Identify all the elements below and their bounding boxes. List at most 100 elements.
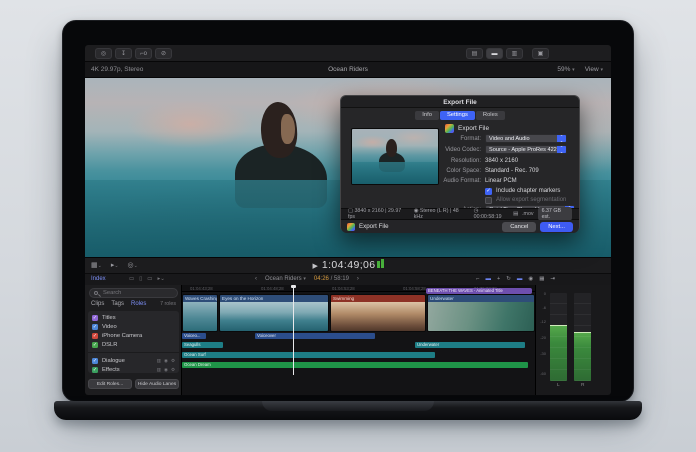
audio-meter-mini-icon[interactable] — [381, 259, 384, 268]
trim-icon[interactable]: ▭ — [129, 276, 134, 282]
play-icon[interactable]: ▶ — [312, 263, 317, 270]
summary-duration: ◷ 00:00:58:19 — [473, 208, 502, 220]
role-checkbox-icon[interactable]: ✓ — [92, 332, 98, 339]
tab-clips[interactable]: Clips — [91, 301, 104, 307]
transport-bar: ▦⌄ ▸⌄ ◎⌄ ▶ 1:04:49;06 — [85, 257, 611, 273]
clip-eyes-on-the-horizon[interactable]: Eyes on the Horizon — [219, 294, 329, 332]
audio-meter-mini-icon[interactable] — [377, 261, 380, 268]
ruler-timecode: 01:04:53;28 — [332, 286, 355, 291]
clip-underwater[interactable]: Underwater — [427, 294, 535, 332]
focus-icon[interactable]: ◉ — [164, 367, 168, 373]
search-box[interactable] — [89, 288, 178, 298]
role-name: Titles — [102, 314, 116, 321]
previous-project-icon[interactable]: ‹ — [255, 276, 257, 282]
meter-scale: 0 -6 -12 -20 -30 -60 — [540, 291, 546, 376]
connect-edit-icon[interactable]: ⌐ — [476, 276, 479, 282]
segmentation-checkbox-row[interactable]: Allow export segmentation — [485, 196, 566, 204]
role-row-iphone-camera[interactable]: ✓ iPhone Camera — [88, 331, 179, 340]
colorspace-value: Standard - Rec. 709 — [485, 167, 539, 174]
inspector-layout-icon[interactable]: ▥ — [506, 48, 523, 59]
ruler-timecode: 01:04:48;28 — [261, 286, 284, 291]
share-icon[interactable]: ▣ — [532, 48, 549, 59]
insert-edit-icon[interactable]: ▬ — [486, 276, 492, 282]
blade-icon[interactable]: ▯ — [139, 276, 142, 282]
playhead[interactable] — [291, 285, 296, 375]
role-checkbox-icon[interactable]: ✓ — [92, 323, 98, 330]
zoom-tool-icon[interactable]: ▭ — [147, 276, 152, 282]
index-toggle[interactable]: Index — [91, 276, 106, 282]
clip-name: Eyes on the Horizon — [220, 295, 328, 302]
role-checkbox-icon[interactable]: ✓ — [92, 357, 98, 364]
meter-right-label: R — [581, 383, 585, 388]
title-clip[interactable]: BENEATH THE WAVES - Animated Title — [426, 288, 532, 294]
tab-settings[interactable]: Settings — [439, 111, 475, 120]
focus-icon[interactable]: ◉ — [164, 358, 168, 364]
role-checkbox-icon[interactable]: ✓ — [92, 366, 98, 373]
macbook-body: ◎ ↧ ⌐o ⊘ ▤ ▬ ▥ ▣ 4K 29.97p, Stereo Ocean… — [62, 20, 634, 402]
role-checkbox-icon[interactable]: ✓ — [92, 341, 98, 348]
tab-info[interactable]: Info — [415, 111, 439, 120]
timeline-layout-icon[interactable]: ▬ — [486, 48, 503, 59]
clip-waves-crashing[interactable]: Waves Crashing — [182, 294, 218, 332]
overwrite-edit-icon[interactable]: ↻ — [506, 276, 511, 282]
audio-clip-voiceover-2[interactable]: Voiceover — [255, 333, 375, 339]
effects-browser-icon[interactable]: ◉ — [528, 276, 533, 282]
pointer-tool-icon[interactable]: ▸⌄ — [157, 276, 164, 282]
export-app-icon — [445, 124, 454, 133]
subrole-lanes-icon[interactable]: ▥ — [157, 358, 161, 364]
summary-video: ▢ 3840 x 2160 | 29.97 fps — [348, 208, 402, 220]
format-dropdown[interactable]: Video and Audio ⌃ ⌄ — [485, 134, 567, 143]
append-edit-icon[interactable]: + — [497, 276, 500, 282]
audio-clip-ocean-dream[interactable]: Ocean Dream — [182, 362, 528, 368]
audio-clip-seagulls[interactable]: Seagulls — [182, 342, 223, 348]
chapter-markers-checkbox-row[interactable]: ✓ Include chapter markers — [485, 187, 560, 195]
checkbox-unchecked-icon[interactable] — [485, 196, 492, 204]
download-icon[interactable]: ↧ — [115, 48, 132, 59]
background-tasks-icon[interactable]: ⊘ — [155, 48, 172, 59]
search-input[interactable] — [101, 289, 171, 297]
role-row-effects[interactable]: ✓ Effects ▥ ◉ ⚙ — [88, 365, 179, 374]
clip-swimming[interactable]: Swimming — [330, 294, 426, 332]
edit-roles-button[interactable]: Edit Roles... — [88, 379, 132, 389]
audio-clip-ocean-surf[interactable]: Ocean Surf — [182, 352, 435, 358]
codec-row: Video Codec: Source - Apple ProRes 422 ⌃… — [401, 145, 577, 154]
role-checkbox-icon[interactable]: ✓ — [92, 314, 98, 321]
role-row-titles[interactable]: ✓ Titles — [88, 313, 179, 322]
gear-icon[interactable]: ⚙ — [171, 367, 175, 373]
audioformat-label: Audio Format: — [443, 177, 481, 184]
zoom-level-dropdown[interactable]: 59% ▾ — [557, 62, 574, 78]
browser-layout-icon[interactable]: ▤ — [466, 48, 483, 59]
keyword-editor-icon[interactable]: ⌐o — [135, 48, 152, 59]
role-row-video[interactable]: ✓ Video — [88, 322, 179, 331]
media-import-icon[interactable]: ◎ — [95, 48, 112, 59]
checkbox-checked-icon[interactable]: ✓ — [485, 187, 492, 195]
hide-audio-lanes-button[interactable]: Hide Audio Lanes — [135, 379, 179, 389]
next-button[interactable]: Next... — [540, 221, 573, 232]
tab-roles[interactable]: Roles — [131, 301, 146, 307]
tab-roles[interactable]: Roles — [475, 111, 505, 120]
audio-clip-underwater[interactable]: Underwater — [415, 342, 525, 348]
next-project-icon[interactable]: › — [357, 276, 359, 282]
roles-group-divider — [88, 349, 179, 353]
role-row-dialogue[interactable]: ✓ Dialogue ▥ ◉ ⚙ — [88, 356, 179, 365]
tab-tags[interactable]: Tags — [111, 301, 124, 307]
codec-dropdown[interactable]: Source - Apple ProRes 422 ⌃ ⌄ — [485, 145, 567, 154]
snapping-icon[interactable]: ⇥ — [550, 276, 555, 282]
timeline[interactable]: 01:04:43;28 01:04:48;28 01:04:53;28 01:0… — [182, 285, 535, 395]
loop-icon[interactable]: ▬ — [517, 276, 523, 282]
transitions-browser-icon[interactable]: ▦ — [539, 276, 544, 282]
ruler-timecode: 01:04:58;28 — [403, 286, 426, 291]
timeline-project-dropdown[interactable]: Ocean Riders ▾ — [265, 276, 306, 282]
file-icon: ▤ — [513, 211, 519, 217]
subrole-lanes-icon[interactable]: ▥ — [157, 367, 161, 373]
cancel-button[interactable]: Cancel — [502, 221, 537, 232]
view-dropdown[interactable]: View ▾ — [585, 62, 603, 78]
audio-clip-voiceover-1[interactable]: Voiceo... — [182, 333, 206, 339]
colorspace-label: Color Space: — [446, 167, 481, 174]
role-row-dslr[interactable]: ✓ DSLR — [88, 340, 179, 349]
viewer-bar: 4K 29.97p, Stereo Ocean Riders 59% ▾ Vie… — [85, 62, 611, 78]
export-app-icon — [347, 222, 355, 231]
chapter-markers-label: Include chapter markers — [496, 188, 561, 194]
gear-icon[interactable]: ⚙ — [171, 358, 175, 364]
meter-ticks — [550, 293, 567, 381]
